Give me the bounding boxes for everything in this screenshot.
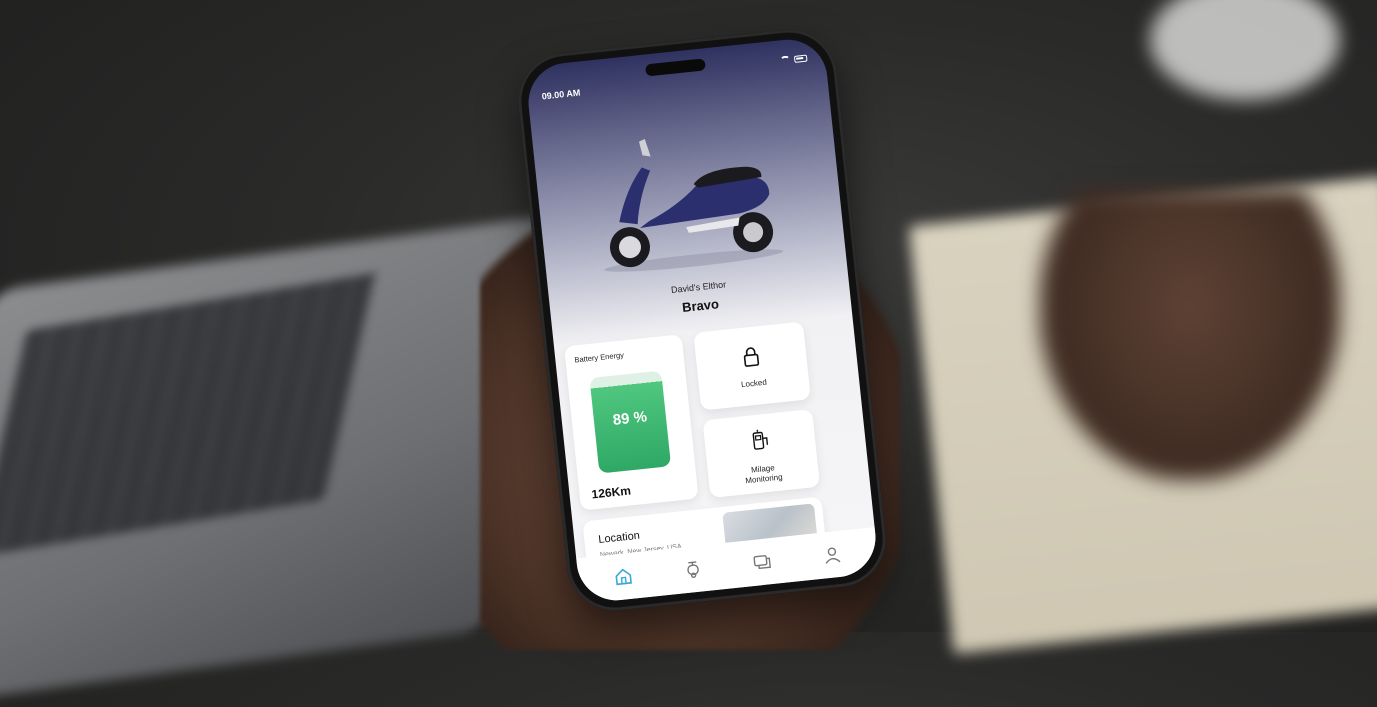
scooter-image <box>604 138 784 272</box>
status-bar: 09.00 AM <box>540 54 808 101</box>
wifi-icon <box>779 55 791 65</box>
milage-label: Milage Monitoring <box>708 459 819 490</box>
location-title: Location <box>597 529 641 546</box>
battery-gauge: 89 % <box>589 370 672 474</box>
battery-level: 89 % <box>612 408 648 429</box>
milage-label-line2: Monitoring <box>744 472 783 486</box>
app-screen: 09.00 AM David's Elthor Bravo Battery En… <box>524 35 880 605</box>
home-icon[interactable] <box>612 566 634 588</box>
lock-icon <box>743 347 760 367</box>
lock-label: Locked <box>740 377 768 390</box>
background-writing-hand <box>1040 190 1340 480</box>
status-icons <box>779 54 808 65</box>
status-time: 09.00 AM <box>541 87 581 102</box>
profile-icon[interactable] <box>821 544 843 566</box>
milage-card[interactable]: Milage Monitoring <box>702 408 821 499</box>
background-mouse <box>1150 0 1340 100</box>
battery-title: Battery Energy <box>574 350 625 365</box>
battery-card[interactable]: Battery Energy 89 % 126Km <box>564 334 699 511</box>
battery-status-icon <box>793 54 808 63</box>
phone: 09.00 AM David's Elthor Bravo Battery En… <box>513 24 891 616</box>
lock-card[interactable]: Locked <box>693 321 811 411</box>
battery-range: 126Km <box>590 483 632 502</box>
chat-icon[interactable] <box>752 551 774 573</box>
scooter-icon[interactable] <box>682 558 704 580</box>
charging-station-icon <box>752 429 769 450</box>
